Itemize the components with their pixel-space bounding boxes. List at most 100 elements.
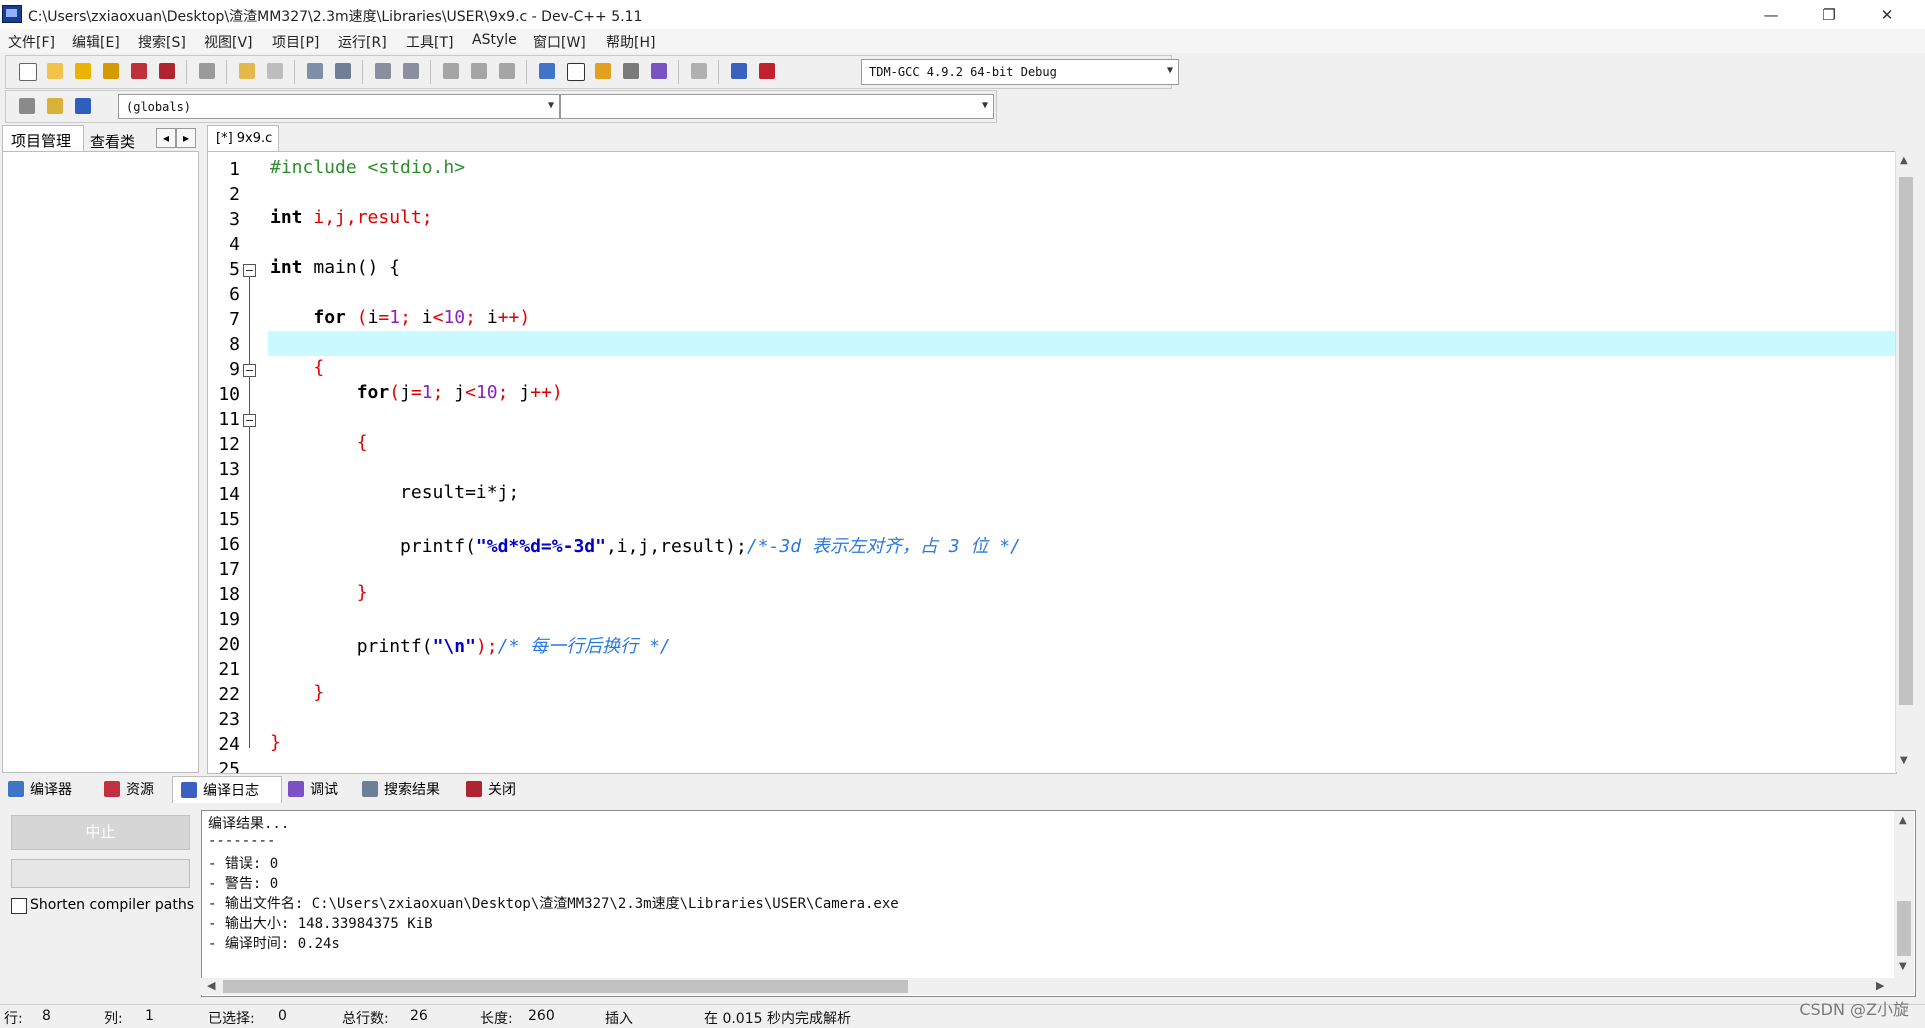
log-vscrollbar[interactable]: ▲ ▼ xyxy=(1894,811,1914,978)
line-number: 19 xyxy=(218,609,240,630)
log-line: 编译结果... xyxy=(208,816,290,832)
tab-resources[interactable]: 资源 xyxy=(96,776,174,802)
stop-compile-button[interactable]: 中止 xyxy=(11,815,190,850)
arrow-left-icon xyxy=(471,63,487,79)
checkmark-icon xyxy=(651,63,667,79)
line-number: 18 xyxy=(218,584,240,605)
run-button[interactable] xyxy=(564,60,586,82)
print-button[interactable] xyxy=(196,60,218,82)
menu-astyle[interactable]: AStyle xyxy=(472,32,517,48)
save-all-button[interactable] xyxy=(100,60,122,82)
fold-toggle-icon[interactable] xyxy=(243,364,256,377)
menu-tools[interactable]: 工具[T] xyxy=(406,32,453,52)
tab-classes[interactable]: 查看类 xyxy=(84,127,154,151)
x-icon xyxy=(691,63,707,79)
scope-select[interactable]: (globals) ▼ xyxy=(118,94,560,119)
status-len-label: 长度: xyxy=(480,1011,513,1027)
scroll-thumb[interactable] xyxy=(223,980,908,993)
menu-window[interactable]: 窗口[W] xyxy=(533,32,586,52)
tab-search-results[interactable]: 搜索结果 xyxy=(354,776,464,802)
replace-button[interactable] xyxy=(332,60,354,82)
status-insert-mode: 插入 xyxy=(605,1011,633,1027)
member-select[interactable]: ▼ xyxy=(560,94,994,119)
indent-button[interactable] xyxy=(372,60,394,82)
scroll-left-icon[interactable]: ◀ xyxy=(207,979,215,992)
bookmark-next-button[interactable] xyxy=(468,60,490,82)
tab-compiler[interactable]: 编译器 xyxy=(0,776,96,802)
tab-compile-log[interactable]: 编译日志 xyxy=(172,776,282,803)
stop-execution-button[interactable] xyxy=(688,60,710,82)
code-editor[interactable]: 1 2 3 4 5 6 7 8 9 10 11 12 13 14 15 16 1… xyxy=(207,151,1897,774)
tab-scroll-right[interactable]: ▸ xyxy=(176,128,196,148)
menu-help[interactable]: 帮助[H] xyxy=(606,32,655,52)
delete-profile-button[interactable] xyxy=(756,60,778,82)
scroll-down-icon[interactable]: ▼ xyxy=(1900,755,1908,766)
menu-run[interactable]: 运行[R] xyxy=(338,32,387,52)
undo-button[interactable] xyxy=(236,60,258,82)
scroll-right-icon[interactable]: ▶ xyxy=(1876,979,1884,992)
close-file-button[interactable] xyxy=(128,60,150,82)
redo-button[interactable] xyxy=(264,60,286,82)
menu-view[interactable]: 视图[V] xyxy=(204,32,253,52)
code-line-1: #include <stdio.h> xyxy=(270,157,466,178)
tab-project[interactable]: 项目管理 xyxy=(2,125,84,152)
log-hscrollbar[interactable]: ◀ ▶ xyxy=(201,978,1914,995)
goto-button[interactable] xyxy=(44,95,66,117)
editor-tab[interactable]: [*] 9x9.c xyxy=(207,125,279,152)
tab-scroll-left[interactable]: ◂ xyxy=(156,128,176,148)
tab-close[interactable]: 关闭 xyxy=(458,776,538,802)
tab-debug[interactable]: 调试 xyxy=(280,776,354,802)
editor-scrollbar[interactable]: ▲ ▼ xyxy=(1895,151,1916,772)
close-window-button[interactable]: ✕ xyxy=(1864,0,1910,29)
minimize-button[interactable]: — xyxy=(1748,0,1794,29)
code-line-18: } xyxy=(270,582,368,603)
code-comment: /* 每一行后换行 */ xyxy=(497,636,671,657)
line-number: 23 xyxy=(218,709,240,730)
compile-run-button[interactable] xyxy=(592,60,614,82)
compile-button[interactable] xyxy=(536,60,558,82)
bookmark-button[interactable] xyxy=(496,60,518,82)
scroll-up-icon[interactable]: ▲ xyxy=(1899,815,1907,826)
code-line-7: for (i=1; i<10; i++) xyxy=(313,307,531,328)
fold-toggle-icon[interactable] xyxy=(243,414,256,427)
log-line: -------- xyxy=(208,833,276,849)
compiler-select[interactable]: TDM-GCC 4.9.2 64-bit Debug ▼ xyxy=(861,59,1179,85)
line-number: 10 xyxy=(218,384,240,405)
scroll-up-icon[interactable]: ▲ xyxy=(1900,155,1908,166)
bar-chart-icon xyxy=(181,782,197,798)
save-button[interactable] xyxy=(72,60,94,82)
rebuild-button[interactable] xyxy=(620,60,642,82)
open-file-button[interactable] xyxy=(44,60,66,82)
scroll-down-icon[interactable]: ▼ xyxy=(1899,961,1907,972)
line-number: 25 xyxy=(218,759,240,774)
compile-log[interactable]: 编译结果... -------- - 错误: 0 - 警告: 0 - 输出文件名… xyxy=(201,810,1916,997)
close-all-button[interactable] xyxy=(156,60,178,82)
menu-edit[interactable]: 编辑[E] xyxy=(72,32,120,52)
keyword: for xyxy=(313,307,346,328)
menu-project[interactable]: 项目[P] xyxy=(272,32,319,52)
menu-search[interactable]: 搜索[S] xyxy=(138,32,186,52)
insert-button[interactable] xyxy=(16,95,38,117)
profile-button[interactable] xyxy=(728,60,750,82)
code-text: i,j,result; xyxy=(302,207,433,228)
watermark: CSDN @Z小旋 xyxy=(1799,1000,1909,1019)
new-file-button[interactable] xyxy=(16,60,38,82)
code-line-22: } xyxy=(270,682,325,703)
check-syntax-button[interactable] xyxy=(648,60,670,82)
find-button[interactable] xyxy=(304,60,326,82)
shorten-paths-checkbox[interactable] xyxy=(11,898,27,914)
toggle-panel-button[interactable] xyxy=(72,95,94,117)
menu-file[interactable]: 文件[F] xyxy=(8,32,55,52)
project-tree[interactable] xyxy=(2,151,199,773)
search-icon xyxy=(362,781,378,797)
scroll-thumb[interactable] xyxy=(1897,901,1911,956)
current-line-highlight xyxy=(268,331,1896,356)
unindent-icon xyxy=(403,63,419,79)
app-icon xyxy=(2,5,22,23)
unindent-button[interactable] xyxy=(400,60,422,82)
maximize-button[interactable]: ❐ xyxy=(1806,0,1852,29)
bookmark-prev-button[interactable] xyxy=(440,60,462,82)
line-number: 12 xyxy=(218,434,240,455)
scroll-thumb[interactable] xyxy=(1899,177,1913,705)
open-folder-icon xyxy=(47,63,63,79)
